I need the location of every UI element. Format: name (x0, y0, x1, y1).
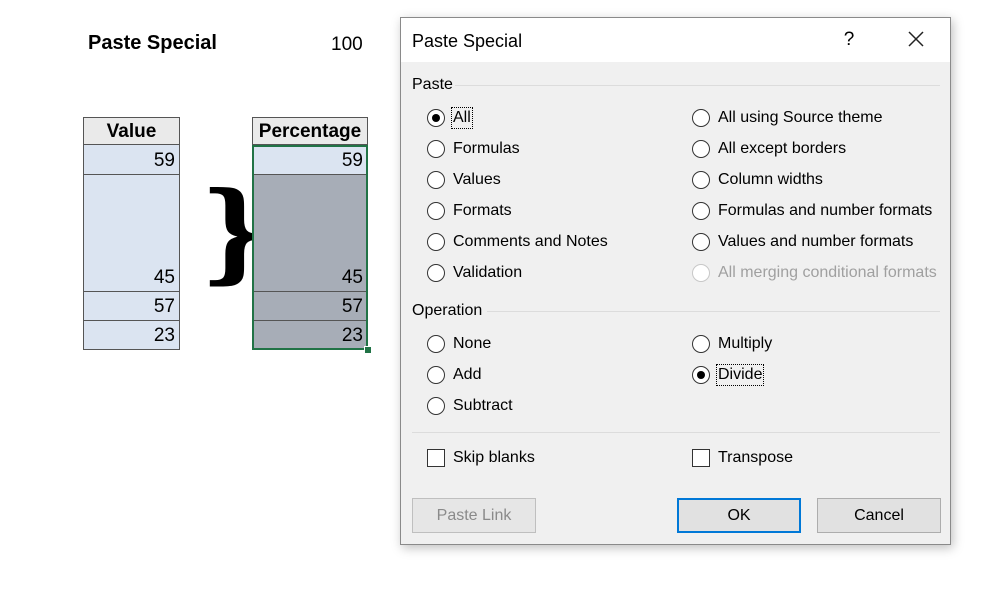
radio-icon[interactable] (427, 264, 445, 282)
dialog-titlebar[interactable]: Paste Special ? (401, 18, 950, 62)
operation-multiply-label: Multiply (718, 335, 773, 352)
help-button[interactable]: ? (839, 29, 859, 51)
paste-all-label: All (451, 107, 473, 129)
radio-icon[interactable] (427, 171, 445, 189)
paste-validation-option[interactable]: Validation (427, 262, 522, 284)
operation-none-label: None (453, 335, 492, 352)
paste-formulas-number-formats-option[interactable]: Formulas and number formats (692, 200, 932, 222)
percentage-column-header[interactable]: Percentage (252, 117, 368, 145)
radio-disabled-icon (692, 264, 710, 282)
transpose-label: Transpose (718, 449, 793, 466)
skip-blanks-option[interactable]: Skip blanks (427, 447, 535, 469)
paste-values-label: Values (453, 171, 501, 188)
sheet-title: Paste Special (88, 32, 217, 54)
paste-column-widths-option[interactable]: Column widths (692, 169, 823, 191)
operation-subtract-option[interactable]: Subtract (427, 395, 513, 417)
operation-divide-option[interactable]: Divide (692, 364, 765, 386)
paste-formulas-number-formats-label: Formulas and number formats (718, 202, 933, 219)
operation-add-label: Add (453, 366, 482, 383)
radio-icon[interactable] (692, 202, 710, 220)
operation-subtract-label: Subtract (453, 397, 513, 414)
operation-divide-label: Divide (715, 364, 765, 386)
paste-column-widths-label: Column widths (718, 171, 823, 188)
radio-icon[interactable] (427, 366, 445, 384)
paste-values-number-formats-label: Values and number formats (718, 233, 914, 250)
radio-icon[interactable] (427, 140, 445, 158)
operation-multiply-option[interactable]: Multiply (692, 333, 772, 355)
paste-special-dialog: Paste Special ? Paste All Formulas Value… (400, 17, 951, 545)
paste-values-number-formats-option[interactable]: Values and number formats (692, 231, 913, 253)
paste-values-option[interactable]: Values (427, 169, 501, 191)
paste-except-borders-option[interactable]: All except borders (692, 138, 846, 160)
checkbox-separator (412, 432, 940, 433)
paste-merging-conditional-label: All merging conditional formats (718, 264, 937, 281)
radio-icon[interactable] (427, 335, 445, 353)
value-column-header[interactable]: Value (83, 117, 180, 145)
radio-icon[interactable] (427, 233, 445, 251)
percentage-cell[interactable]: 59 (252, 145, 368, 175)
percentage-cell[interactable]: 57 (252, 292, 368, 321)
operation-group-label: Operation (412, 302, 483, 319)
paste-source-theme-label: All using Source theme (718, 109, 883, 126)
radio-selected-icon[interactable] (692, 366, 710, 384)
ok-button[interactable]: OK (677, 498, 801, 533)
operation-separator (487, 311, 940, 312)
paste-separator (455, 85, 940, 86)
operation-none-option[interactable]: None (427, 333, 491, 355)
checkbox-icon[interactable] (692, 449, 710, 467)
paste-all-option[interactable]: All (427, 107, 473, 129)
radio-icon[interactable] (692, 171, 710, 189)
value-cell[interactable]: 57 (83, 292, 180, 321)
percentage-cell[interactable]: 23 (252, 321, 368, 350)
paste-comments-label: Comments and Notes (453, 233, 608, 250)
paste-merging-conditional-option: All merging conditional formats (692, 262, 937, 284)
checkbox-icon[interactable] (427, 449, 445, 467)
paste-formats-label: Formats (453, 202, 512, 219)
value-cell[interactable]: 45 (83, 175, 180, 292)
value-cell[interactable]: 23 (83, 321, 180, 350)
radio-selected-icon[interactable] (427, 109, 445, 127)
cancel-button[interactable]: Cancel (817, 498, 941, 533)
close-icon[interactable] (906, 29, 926, 49)
percentage-cell[interactable]: 45 (252, 175, 368, 292)
fill-handle[interactable] (364, 346, 372, 354)
paste-group-label: Paste (412, 76, 453, 93)
radio-icon[interactable] (427, 202, 445, 220)
radio-icon[interactable] (692, 233, 710, 251)
radio-icon[interactable] (692, 335, 710, 353)
paste-source-theme-option[interactable]: All using Source theme (692, 107, 883, 129)
transpose-option[interactable]: Transpose (692, 447, 793, 469)
radio-icon[interactable] (692, 140, 710, 158)
paste-formats-option[interactable]: Formats (427, 200, 512, 222)
paste-link-button: Paste Link (412, 498, 536, 533)
paste-comments-option[interactable]: Comments and Notes (427, 231, 608, 253)
paste-validation-label: Validation (453, 264, 523, 281)
paste-except-borders-label: All except borders (718, 140, 847, 157)
radio-icon[interactable] (427, 397, 445, 415)
operation-add-option[interactable]: Add (427, 364, 481, 386)
divisor-cell[interactable]: 100 (331, 34, 363, 56)
value-cell[interactable]: 59 (83, 145, 180, 175)
paste-formulas-label: Formulas (453, 140, 520, 157)
dialog-title: Paste Special (412, 31, 523, 51)
radio-icon[interactable] (692, 109, 710, 127)
paste-formulas-option[interactable]: Formulas (427, 138, 520, 160)
skip-blanks-label: Skip blanks (453, 449, 535, 466)
